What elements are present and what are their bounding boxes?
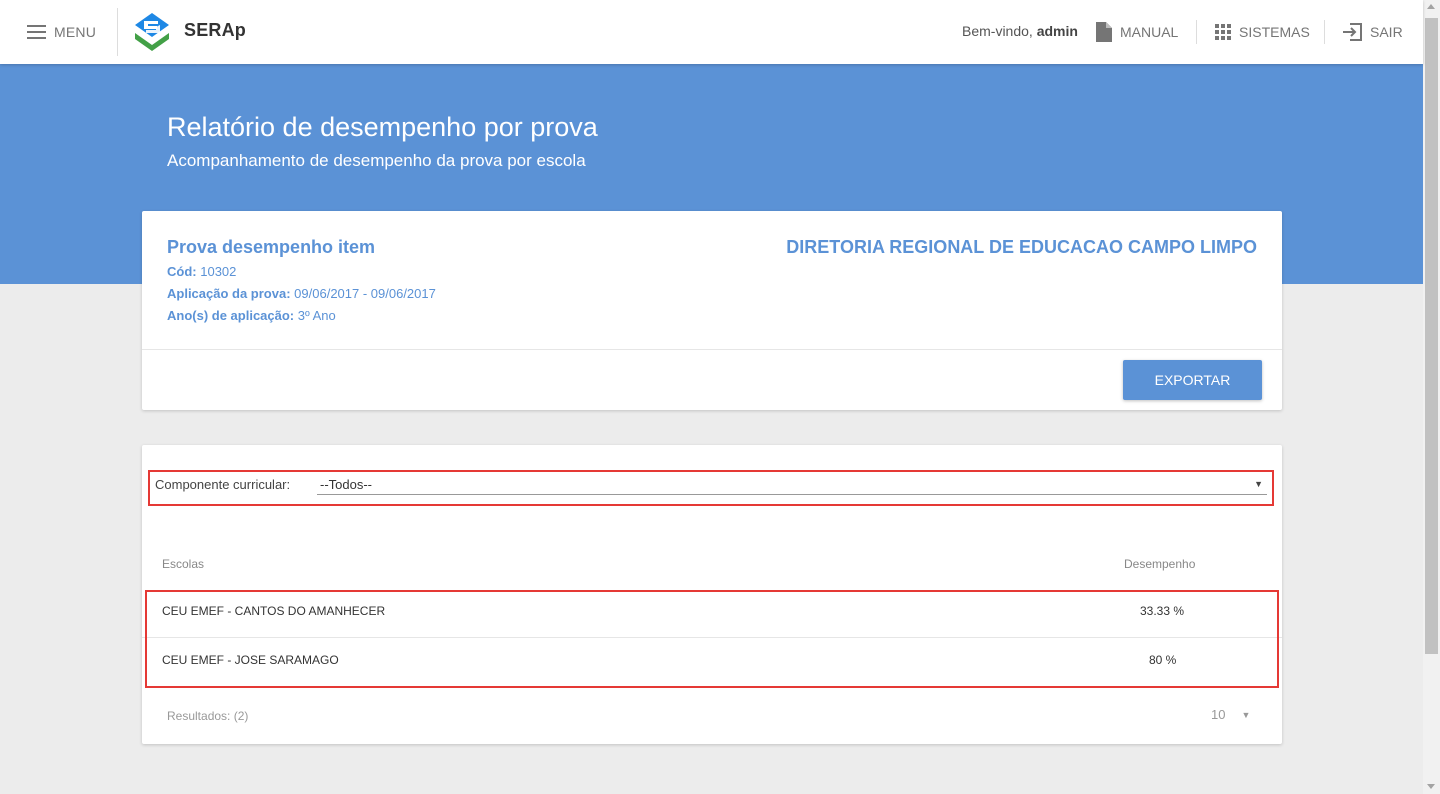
export-button[interactable]: EXPORTAR: [1123, 360, 1262, 400]
caret-down-icon: ▼: [1254, 479, 1263, 489]
prova-name: Prova desempenho item: [167, 237, 376, 257]
prova-cod-value: 10302: [200, 264, 237, 279]
apps-grid-icon: [1215, 24, 1231, 40]
prova-ano-label: Ano(s) de aplicação:: [167, 308, 295, 323]
page-size-value: 10: [1211, 707, 1226, 722]
prova-cod-label: Cód:: [167, 264, 197, 279]
page-title: Relatório de desempenho por prova: [167, 112, 598, 142]
exit-icon: [1343, 23, 1362, 41]
sistemas-link[interactable]: SISTEMAS: [1215, 20, 1310, 44]
column-header-escolas[interactable]: Escolas: [162, 557, 204, 571]
header-divider: [1196, 20, 1197, 44]
serap-logo-icon: [135, 13, 169, 51]
manual-label: MANUAL: [1120, 24, 1179, 40]
welcome-text: Bem-vindo, admin: [962, 23, 1078, 39]
sistemas-label: SISTEMAS: [1239, 24, 1310, 40]
hamburger-icon: [27, 25, 46, 39]
welcome-prefix: Bem-vindo,: [962, 23, 1037, 39]
prova-ano-value: 3º Ano: [297, 308, 336, 323]
componente-curricular-select[interactable]: --Todos-- ▼: [317, 475, 1267, 495]
prova-aplicacao: Aplicação da prova: 09/06/2017 - 09/06/2…: [167, 286, 436, 301]
menu-button[interactable]: MENU: [27, 20, 96, 44]
prova-aplicacao-value: 09/06/2017 - 09/06/2017: [294, 286, 436, 301]
page-subtitle: Acompanhamento de desempenho da prova po…: [167, 151, 586, 170]
header-divider: [117, 8, 118, 56]
caret-down-icon: ▼: [1241, 709, 1251, 720]
scrollbar-thumb[interactable]: [1425, 18, 1438, 654]
scroll-down-icon[interactable]: [1427, 784, 1435, 789]
manual-link[interactable]: MANUAL: [1096, 20, 1178, 44]
scroll-up-icon[interactable]: [1427, 4, 1435, 9]
sair-label: SAIR: [1370, 24, 1403, 40]
dre-name: DIRETORIA REGIONAL DE EDUCACAO CAMPO LIM…: [786, 237, 1257, 257]
select-value: --Todos--: [320, 477, 373, 492]
rows-highlight: [145, 590, 1279, 688]
top-bar: MENU SERAp Bem-vindo, admin MANUAL SISTE…: [0, 0, 1423, 64]
menu-label: MENU: [54, 24, 97, 40]
prova-ano: Ano(s) de aplicação: 3º Ano: [167, 308, 336, 323]
prova-info-card: Prova desempenho item Cód: 10302 Aplicaç…: [142, 211, 1282, 410]
results-count: Resultados: (2): [167, 709, 249, 723]
filter-label: Componente curricular:: [155, 477, 291, 492]
sair-link[interactable]: SAIR: [1342, 20, 1403, 44]
results-card: Componente curricular: --Todos-- ▼ Escol…: [142, 445, 1282, 744]
header-divider: [1324, 20, 1325, 44]
card-divider: [142, 349, 1282, 350]
vertical-scrollbar[interactable]: [1423, 0, 1440, 794]
welcome-user: admin: [1036, 23, 1078, 39]
column-header-desempenho[interactable]: Desempenho: [1124, 557, 1195, 571]
prova-cod: Cód: 10302: [167, 264, 236, 279]
document-icon: [1096, 22, 1112, 42]
brand-name: SERAp: [184, 20, 247, 40]
page-size-select[interactable]: 10 ▼: [1211, 707, 1250, 722]
prova-aplicacao-label: Aplicação da prova:: [167, 286, 291, 301]
